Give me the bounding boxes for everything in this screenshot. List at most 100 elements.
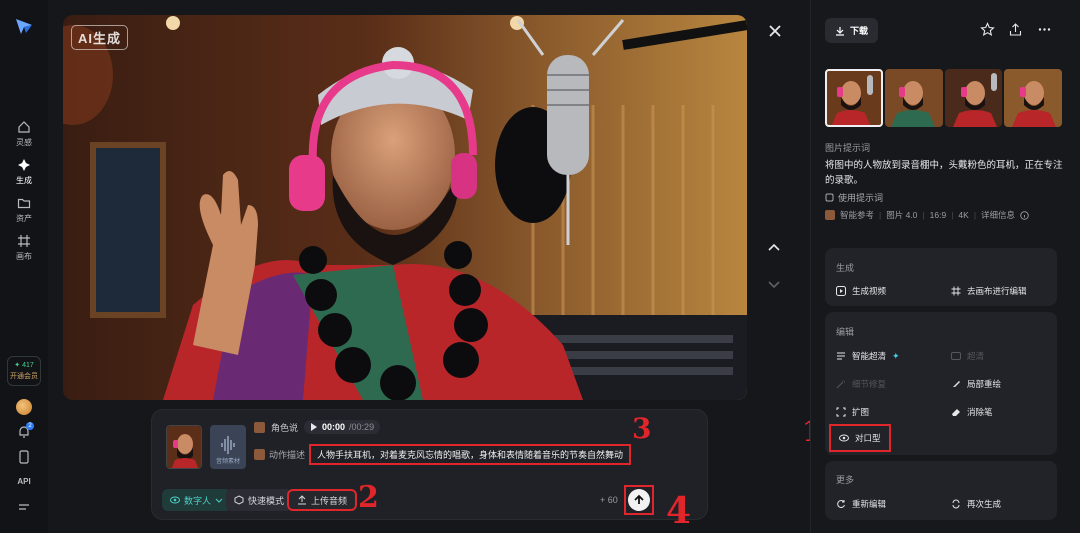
image-meta: 智能参考 | 图片 4.0 | 16:9 | 4K | 详细信息 — [825, 209, 1029, 221]
generate-card: 生成 生成视频 去画布进行编辑 — [825, 248, 1057, 306]
more-icon[interactable] — [1037, 22, 1052, 37]
expand-icon — [836, 407, 846, 417]
regenerate-label: 再次生成 — [967, 499, 1002, 509]
wand-icon — [836, 380, 845, 389]
edit-on-canvas-button[interactable]: 去画布进行编辑 — [951, 285, 1027, 297]
rail-item-label: 灵感 — [16, 138, 32, 147]
chevron-down-icon — [215, 498, 223, 503]
meta-resolution: 4K — [958, 210, 969, 220]
download-icon — [836, 26, 844, 36]
eraser-icon — [952, 409, 960, 416]
upscale-icon — [837, 352, 845, 360]
vip-button[interactable]: ✦ 417 开通会员 — [7, 356, 41, 386]
sparkle-icon: ✦ — [892, 350, 900, 361]
variant-thumbnail[interactable] — [1004, 69, 1062, 127]
expand-image-button[interactable]: 扩图 — [836, 406, 869, 418]
cube-icon — [234, 495, 244, 505]
role-speech-row: 角色说 00:00/00:29 — [254, 420, 381, 434]
rail-item-assets[interactable]: 资产 — [0, 196, 48, 224]
brush-icon — [952, 381, 960, 388]
chevron-down-icon[interactable] — [766, 276, 782, 292]
use-prompt-button[interactable]: 使用提示词 — [825, 191, 883, 204]
inpaint-button[interactable]: 局部重绘 — [951, 378, 1001, 390]
reference-avatar-icon — [825, 210, 835, 220]
edit-on-canvas-label: 去画布进行编辑 — [967, 286, 1027, 296]
inpaint-label: 局部重绘 — [967, 379, 1002, 389]
fast-mode-label: 快速模式 — [248, 495, 285, 506]
download-label: 下载 — [850, 26, 869, 36]
avatar[interactable] — [16, 399, 32, 415]
rail-item-generate[interactable]: 生成 — [0, 158, 48, 186]
fast-mode-button[interactable]: 快速模式 — [226, 489, 293, 511]
eraser-button[interactable]: 消除笔 — [951, 406, 993, 418]
variant-thumbnail[interactable] — [884, 69, 943, 127]
upscale-button[interactable]: 超清 — [951, 350, 984, 362]
detail-repair-label: 细节修复 — [852, 379, 887, 389]
action-prompt-input[interactable]: 人物手扶耳机，对着麦克风忘情的唱歌，身体和表情随着音乐的节奏自然舞动 — [309, 444, 632, 465]
rail-item-label: 资产 — [16, 214, 32, 223]
vip-label: 开通会员 — [10, 373, 38, 380]
waveform-icon — [221, 436, 235, 454]
annotation-3: 3 — [632, 412, 652, 445]
upload-audio-button[interactable]: 上传音频 — [287, 489, 358, 511]
phone-icon[interactable] — [18, 450, 30, 464]
re-edit-button[interactable]: 重新编辑 — [836, 498, 886, 510]
role-avatar-icon — [254, 421, 265, 433]
menu-icon[interactable] — [18, 502, 30, 512]
app-window: 灵感 生成 资产 画布 ✦ 417 开通会员 2 API AI生成 音频素材 角… — [0, 0, 1080, 533]
rail-item-inspiration[interactable]: 灵感 — [0, 120, 48, 148]
prompt-text: 将图中的人物放到录音棚中，头戴粉色的耳机，正在专注的录歌。 — [825, 160, 1063, 186]
annotation-2: 2 — [358, 480, 379, 515]
play-icon[interactable] — [310, 423, 318, 431]
audio-player[interactable]: 00:00/00:29 — [304, 420, 381, 434]
info-icon[interactable] — [1020, 210, 1029, 220]
generate-title: 生成 — [836, 263, 855, 273]
reuse-icon — [825, 193, 834, 202]
prompt-section-title: 图片提示词 — [825, 143, 871, 153]
upscale-label: 超清 — [967, 351, 985, 361]
detail-repair-button[interactable]: 细节修复 — [836, 378, 886, 390]
close-icon[interactable] — [766, 22, 784, 40]
eye-icon — [839, 434, 849, 442]
repeat-icon — [952, 499, 960, 509]
regenerate-button[interactable]: 再次生成 — [951, 498, 1001, 510]
lip-sync-label: 对口型 — [855, 433, 881, 443]
arrow-up-icon — [634, 494, 644, 504]
time-total: /00:29 — [349, 422, 375, 432]
digital-human-dropdown[interactable]: 数字人 — [162, 489, 232, 511]
meta-detail[interactable]: 详细信息 — [981, 209, 1015, 221]
canvas-icon — [951, 286, 961, 296]
digital-human-label: 数字人 — [184, 495, 212, 506]
action-row: 动作描述 人物手扶耳机，对着麦克风忘情的唱歌，身体和表情随着音乐的节奏自然舞动 — [254, 444, 632, 465]
star-icon[interactable] — [980, 22, 995, 37]
share-icon[interactable] — [1008, 22, 1023, 37]
preview-stage: AI生成 音频素材 角色说 00:00/00:29 动作描述 人物手扶耳机，对着… — [48, 0, 820, 533]
rail-item-canvas[interactable]: 画布 — [0, 234, 48, 262]
play-square-icon — [836, 286, 846, 296]
upload-icon — [298, 495, 306, 505]
hd-icon — [951, 352, 961, 360]
vip-count: ✦ 417 — [14, 362, 34, 369]
expand-image-label: 扩图 — [852, 407, 870, 417]
refresh-icon — [837, 500, 845, 509]
audio-card[interactable]: 音频素材 — [210, 425, 246, 469]
role-label: 角色说 — [271, 422, 299, 433]
smart-upscale-button[interactable]: 智能超清 ✦ — [836, 350, 900, 362]
rail-item-label: 画布 — [16, 252, 32, 261]
eye-icon — [170, 496, 180, 504]
download-button[interactable]: 下载 — [825, 18, 879, 43]
app-logo-icon[interactable] — [14, 16, 34, 36]
lip-sync-button[interactable]: 对口型 — [829, 424, 891, 452]
action-avatar-icon — [254, 449, 265, 460]
generate-video-button[interactable]: 生成视频 — [836, 285, 886, 297]
generated-image[interactable]: AI生成 — [63, 15, 747, 400]
meta-ratio: 16:9 — [929, 210, 947, 220]
reference-thumbnail[interactable] — [166, 425, 202, 469]
api-link[interactable]: API — [0, 477, 48, 486]
variant-thumbnails — [825, 69, 1062, 127]
variant-thumbnail[interactable] — [825, 69, 883, 127]
variant-thumbnail[interactable] — [944, 69, 1003, 127]
chevron-up-icon[interactable] — [766, 240, 782, 256]
send-button[interactable] — [624, 485, 654, 515]
folder-icon — [17, 198, 31, 209]
